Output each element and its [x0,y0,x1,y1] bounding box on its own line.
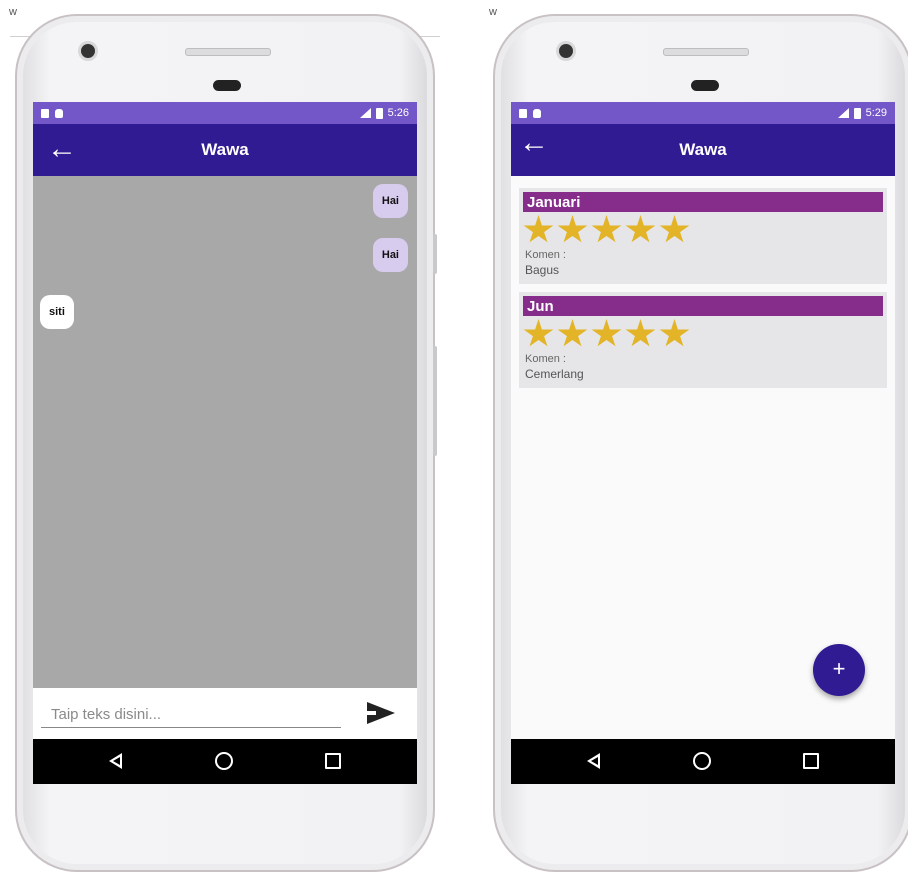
battery-icon [375,107,383,119]
android-icon [55,108,63,118]
review-month: Januari [523,192,883,212]
system-nav-bar [33,739,417,784]
phone-frame-chat: 5:26 ← Wawa Hai Hai siti [15,14,437,872]
earpiece-speaker [663,48,749,56]
star-icon [523,215,554,243]
page-title: Wawa [679,140,727,159]
nav-recents-icon[interactable] [325,753,341,769]
earpiece-speaker [185,48,271,56]
comment-label: Komen : [525,353,566,365]
proximity-sensor [213,80,241,91]
power-button [433,346,437,456]
star-icon [591,215,622,243]
message-composer [33,688,417,740]
star-icon [625,215,656,243]
message-bubble-incoming: siti [40,295,74,329]
message-bubble-outgoing: Hai [372,238,408,272]
comment-text: Cemerlang [525,367,584,381]
comment-label: Komen : [525,249,566,261]
status-bar: 5:29 [511,102,895,124]
star-rating [523,213,883,247]
nav-recents-icon[interactable] [803,753,819,769]
review-list: Januari Komen : Bagus Jun Komen: Cemerl… [519,188,887,396]
message-input[interactable] [41,702,341,728]
volume-button [433,234,437,274]
background-glyph: w [9,6,17,18]
background-glyph: w [489,6,497,18]
send-icon-notch [366,711,376,715]
phone-frame-reviews: 5:29 ← Wawa Januari Komen : Bagus Jun Ko… [493,14,908,872]
system-nav-bar [511,739,895,784]
star-icon [659,215,690,243]
chat-messages[interactable]: Hai Hai siti [33,176,417,688]
sd-card-icon [41,108,49,118]
sd-card-icon [519,108,527,118]
status-bar: 5:26 [33,102,417,124]
reviews-screen: 5:29 ← Wawa Januari Komen : Bagus Jun Ko… [511,102,895,784]
comment-text: Bagus [525,263,560,277]
app-bar: ← Wawa [33,124,417,176]
nav-back-icon-inner [591,757,598,765]
review-card[interactable]: Januari Komen : Bagus [519,188,887,284]
star-icon [625,319,656,347]
signal-icon [837,108,849,118]
front-camera [559,44,573,58]
status-time: 5:29 [865,107,887,119]
nav-home-icon[interactable] [693,752,711,770]
page-title: Wawa [201,140,249,159]
star-icon [557,319,588,347]
star-icon [557,215,588,243]
review-card[interactable]: Jun Komen : Cemerlang [519,292,887,388]
add-review-button[interactable]: + [813,644,865,696]
nav-home-icon[interactable] [215,752,233,770]
review-month: Jun [523,296,883,316]
nav-back-icon-inner [113,757,120,765]
star-icon [659,319,690,347]
status-time: 5:26 [387,107,409,119]
star-icon [523,319,554,347]
message-bubble-outgoing: Hai [372,184,408,218]
signal-icon [359,108,371,118]
star-icon [591,319,622,347]
android-icon [533,108,541,118]
chat-screen: 5:26 ← Wawa Hai Hai siti [33,102,417,784]
app-bar: ← Wawa [511,124,895,176]
proximity-sensor [691,80,719,91]
front-camera [81,44,95,58]
star-rating [523,317,883,351]
battery-icon [853,107,861,119]
